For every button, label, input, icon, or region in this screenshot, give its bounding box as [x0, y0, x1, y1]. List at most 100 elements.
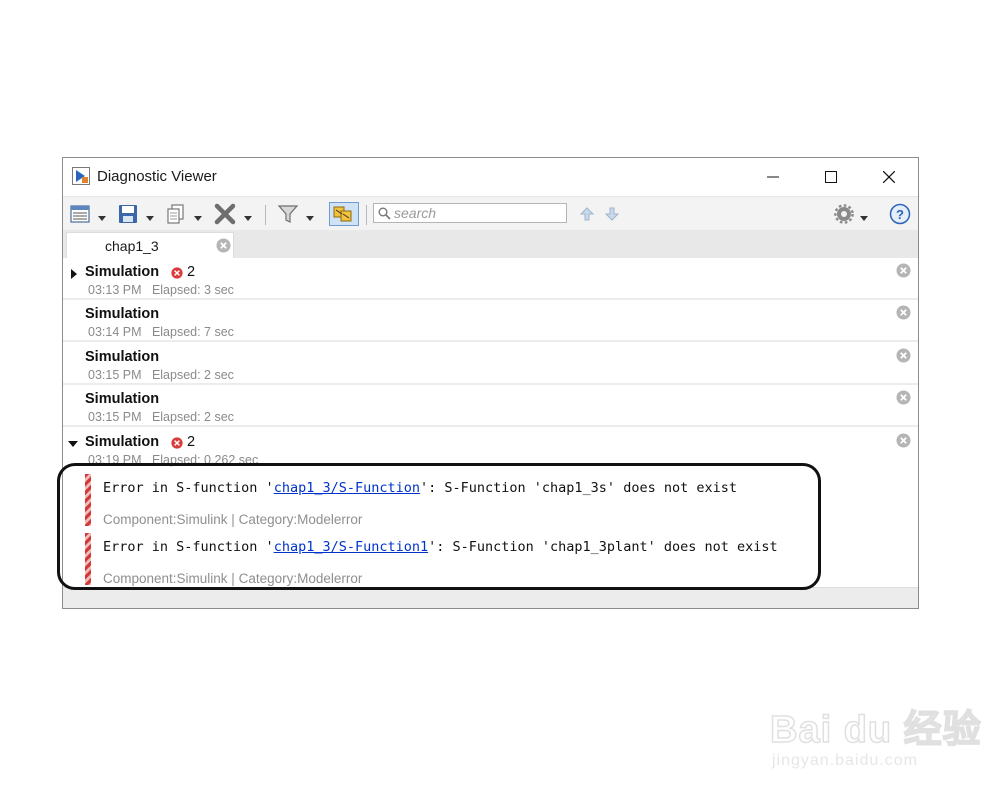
run-title: Simulation	[85, 264, 160, 280]
search-input[interactable]	[394, 204, 562, 222]
remove-run-button[interactable]	[896, 305, 911, 325]
run-elapsed: Elapsed: 2 sec	[151, 368, 234, 382]
close-circle-icon	[216, 238, 231, 253]
copy-button[interactable]	[165, 203, 205, 225]
message-suffix: ': S-Function 'chap1_3s' does not exist	[420, 480, 737, 496]
error-meta: Component:Simulink | Category:Modelerror	[103, 571, 363, 586]
run-time: 03:19 PM	[88, 453, 142, 467]
error-icon	[171, 437, 183, 449]
save-button[interactable]	[117, 203, 157, 225]
run-elapsed: Elapsed: 0.262 sec	[151, 453, 259, 467]
block-link[interactable]: chap1_3/S-Function1	[274, 539, 428, 555]
run-time: 03:14 PM	[88, 325, 142, 339]
run-title: Simulation	[85, 306, 160, 322]
tab-close-button[interactable]	[216, 238, 231, 258]
view-options-button[interactable]	[69, 203, 109, 225]
run-timestamp: 03:15 PM Elapsed: 2 sec	[88, 410, 234, 424]
remove-run-button[interactable]	[896, 433, 911, 453]
next-match-button[interactable]	[604, 203, 622, 225]
toolbar: ?	[63, 196, 918, 231]
settings-button[interactable]	[833, 203, 873, 225]
tab-chap1-3[interactable]: chap1_3	[66, 232, 234, 258]
message-prefix: Error in S-function '	[103, 539, 274, 555]
run-elapsed: Elapsed: 3 sec	[151, 283, 234, 297]
svg-text:?: ?	[896, 207, 904, 222]
run-timestamp: 03:15 PM Elapsed: 2 sec	[88, 368, 234, 382]
run-title: Simulation	[85, 391, 160, 407]
error-message-text: Error in S-function 'chap1_3/S-Function1…	[103, 539, 778, 555]
maximize-icon	[825, 171, 837, 183]
error-icon	[171, 267, 183, 279]
copy-icon	[167, 204, 184, 224]
title-bar: Diagnostic Viewer	[63, 158, 918, 196]
tab-strip: chap1_3	[63, 230, 918, 258]
filter-button[interactable]	[277, 203, 317, 225]
simulation-run[interactable]: Simulation 03:15 PM Elapsed: 2 sec	[63, 385, 918, 427]
baidu-watermark: Bai du 经验 jingyan.baidu.com	[769, 690, 990, 780]
maximize-button[interactable]	[808, 158, 854, 196]
tab-label: chap1_3	[105, 238, 159, 254]
message-suffix: ': S-Function 'chap1_3plant' does not ex…	[428, 539, 778, 555]
error-count: 2	[187, 434, 196, 450]
diagnostic-viewer-app-icon	[72, 167, 90, 185]
group-by-button[interactable]	[329, 202, 359, 226]
error-message[interactable]: Error in S-function 'chap1_3/S-Function'…	[83, 472, 903, 527]
chevron-down-icon	[98, 216, 106, 221]
chevron-down-icon	[146, 216, 154, 221]
filter-icon	[277, 205, 299, 223]
close-circle-icon	[896, 348, 911, 363]
watermark-url: jingyan.baidu.com	[772, 752, 918, 769]
list-view-icon	[70, 205, 90, 223]
run-timestamp: 03:19 PM Elapsed: 0.262 sec	[88, 453, 258, 467]
close-icon	[883, 171, 895, 183]
error-message[interactable]: Error in S-function 'chap1_3/S-Function1…	[83, 531, 903, 586]
chevron-down-icon	[244, 216, 252, 221]
close-window-button[interactable]	[866, 158, 912, 196]
remove-run-button[interactable]	[896, 390, 911, 410]
chevron-down-icon	[194, 216, 202, 221]
close-circle-icon	[896, 433, 911, 448]
page: Diagnostic Viewer search ? chap1_3 Simul…	[0, 0, 1005, 802]
minimize-button[interactable]	[750, 158, 796, 196]
chevron-down-icon	[860, 216, 868, 221]
gear-icon	[834, 204, 854, 224]
diagnostic-viewer-window: Diagnostic Viewer search ? chap1_3 Simul…	[62, 157, 919, 609]
simulation-run[interactable]: Simulation 03:14 PM Elapsed: 7 sec	[63, 300, 918, 342]
close-circle-icon	[896, 305, 911, 320]
error-count: 2	[187, 264, 196, 280]
help-button[interactable]: ?	[889, 203, 911, 225]
simulation-run[interactable]: Simulation 03:15 PM Elapsed: 2 sec	[63, 343, 918, 385]
error-severity-bar	[85, 474, 91, 526]
search-icon	[378, 207, 391, 220]
window-title: Diagnostic Viewer	[97, 168, 217, 185]
watermark-brand: Bai du 经验	[769, 708, 982, 752]
toolbar-separator	[366, 205, 367, 225]
error-message-text: Error in S-function 'chap1_3/S-Function'…	[103, 480, 737, 496]
expand-arrow-icon[interactable]	[70, 269, 78, 279]
run-timestamp: 03:13 PM Elapsed: 3 sec	[88, 283, 234, 297]
minimize-icon	[767, 176, 779, 178]
toolbar-separator	[265, 205, 266, 225]
chevron-down-icon	[306, 216, 314, 221]
simulation-run[interactable]: Simulation 2 03:13 PM Elapsed: 3 sec	[63, 258, 918, 300]
diagnostics-list: Simulation 2 03:13 PM Elapsed: 3 sec Sim…	[63, 258, 918, 589]
arrow-down-icon	[604, 207, 620, 221]
error-meta: Component:Simulink | Category:Modelerror	[103, 512, 363, 527]
run-elapsed: Elapsed: 7 sec	[151, 325, 234, 339]
clear-button[interactable]	[213, 203, 255, 225]
previous-match-button[interactable]	[579, 203, 597, 225]
run-time: 03:13 PM	[88, 283, 142, 297]
close-circle-icon	[896, 390, 911, 405]
close-circle-icon	[896, 263, 911, 278]
collapse-arrow-icon[interactable]	[68, 440, 78, 448]
remove-run-button[interactable]	[896, 263, 911, 283]
run-timestamp: 03:14 PM Elapsed: 7 sec	[88, 325, 234, 339]
block-link[interactable]: chap1_3/S-Function	[274, 480, 420, 496]
run-title: Simulation	[85, 349, 160, 365]
run-title: Simulation	[85, 434, 160, 450]
simulation-run[interactable]: Simulation 2 03:19 PM Elapsed: 0.262 sec	[63, 428, 918, 470]
run-time: 03:15 PM	[88, 368, 142, 382]
status-bar	[63, 587, 918, 608]
remove-run-button[interactable]	[896, 348, 911, 368]
run-elapsed: Elapsed: 2 sec	[151, 410, 234, 424]
